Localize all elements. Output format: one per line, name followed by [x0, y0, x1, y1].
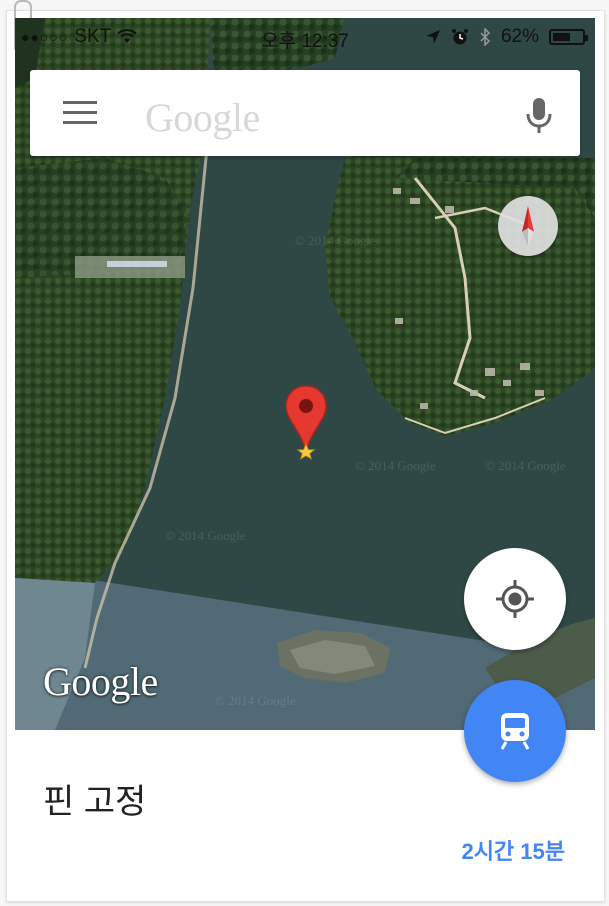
my-location-button[interactable]: [464, 548, 566, 650]
compass-icon[interactable]: [498, 196, 558, 256]
phone-screen: © 2014 Google © 2014 Google © 2014 Googl…: [15, 18, 595, 893]
google-logo: Google: [43, 659, 158, 704]
microphone-icon[interactable]: [524, 96, 554, 136]
map-watermark: © 2014 Google: [215, 693, 296, 708]
battery-level: [553, 33, 571, 41]
travel-time[interactable]: 2시간 15분: [461, 834, 565, 866]
directions-transit-button[interactable]: [464, 680, 566, 782]
battery-percentage: 62%: [500, 26, 539, 47]
crosshair-icon: [496, 580, 534, 618]
train-icon: [500, 713, 530, 750]
map-watermark: © 2014 Google: [295, 233, 376, 248]
alarm-clock-icon: [451, 29, 468, 45]
status-bar: ●●○○○ SKT 오후 12:37 62%: [15, 18, 595, 58]
search-input[interactable]: Google: [145, 94, 260, 141]
location-arrow-icon: [425, 30, 440, 44]
battery-icon: [549, 29, 588, 45]
bluetooth-icon: [480, 28, 491, 46]
hamburger-icon[interactable]: [63, 101, 97, 125]
map-watermark: © 2014 Google: [165, 528, 246, 543]
map-watermark: © 2014 Google: [355, 458, 436, 473]
dropped-pin-title: 핀 고정: [43, 783, 147, 821]
search-bar[interactable]: Google: [30, 70, 580, 156]
map-watermark: © 2014 Google: [485, 458, 566, 473]
map-pin-icon[interactable]: [283, 384, 329, 464]
